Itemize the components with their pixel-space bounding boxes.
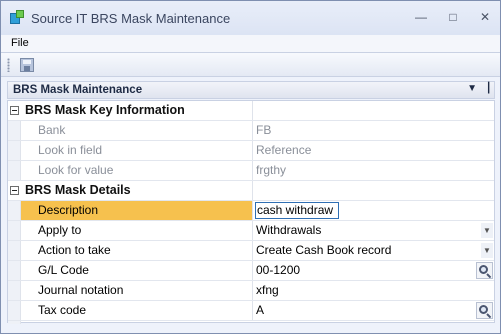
apply-to-select[interactable]: Withdrawals ▼ [254,221,494,240]
row-value: FB [256,123,272,137]
panel-dropdown-icon[interactable]: ▼ [467,83,477,94]
panel-pin-icon[interactable]: ⎟ [485,83,490,94]
category-label: BRS Mask Key Information [21,101,253,120]
toolbar-grip-icon[interactable] [7,58,10,72]
window-title: Source IT BRS Mask Maintenance [31,10,231,26]
journal-notation-field[interactable]: xfng [254,281,494,300]
save-icon[interactable] [20,58,34,72]
gl-code-field[interactable]: 00-1200 [254,261,494,280]
row-label: Look in field [21,141,253,160]
chevron-down-icon[interactable]: ▼ [481,223,493,238]
category-label: BRS Mask Details [21,181,253,200]
collapse-icon[interactable] [10,186,19,195]
collapse-icon[interactable] [10,106,19,115]
grid-row-description[interactable]: Description cash withdraw [8,201,494,221]
menu-file[interactable]: File [11,37,29,49]
panel-header: BRS Mask Maintenance ▼ ⎟ [7,81,495,99]
toolbar [1,53,500,77]
grid-row-journal-notation[interactable]: Journal notation xfng [8,281,494,301]
panel-title: BRS Mask Maintenance [13,84,143,96]
action-select[interactable]: Create Cash Book record ▼ [254,241,494,260]
chevron-down-icon[interactable]: ▼ [481,243,493,258]
grid-row-action-to-take[interactable]: Action to take Create Cash Book record ▼ [8,241,494,261]
grid-row-apply-to[interactable]: Apply to Withdrawals ▼ [8,221,494,241]
row-label: Action to take [21,241,253,260]
minimize-button[interactable]: — [412,9,430,25]
property-grid: BRS Mask Key Information Bank FB Look in… [7,100,495,324]
row-label: Journal notation [21,281,253,300]
grid-row-look-in-field: Look in field Reference [8,141,494,161]
tax-code-field[interactable]: A [254,301,494,320]
row-label: Apply to [21,221,253,240]
row-label: Tax code [21,301,253,320]
maximize-button[interactable]: □ [444,9,462,25]
description-input[interactable]: cash withdraw [255,202,339,219]
row-label: Description [21,201,253,220]
search-icon[interactable] [476,262,493,279]
row-value: Create Cash Book record [256,243,392,257]
row-label: Look for value [21,161,253,180]
search-icon[interactable] [476,302,493,319]
row-value: Withdrawals [256,223,322,237]
close-button[interactable]: ✕ [476,9,494,25]
row-value: 00-1200 [256,263,301,277]
main-window: Source IT BRS Mask Maintenance — □ ✕ Fil… [0,0,501,334]
category-key-info[interactable]: BRS Mask Key Information [8,101,494,121]
grid-row-tax-code[interactable]: Tax code A [8,301,494,321]
row-label: G/L Code [21,261,253,280]
grid-row-gl-code[interactable]: G/L Code 00-1200 [8,261,494,281]
grid-row-bank: Bank FB [8,121,494,141]
row-value: frgthy [256,163,287,177]
row-label: Bank [21,121,253,140]
row-value: A [256,303,265,317]
category-details[interactable]: BRS Mask Details [8,181,494,201]
title-bar[interactable]: Source IT BRS Mask Maintenance — □ ✕ [1,1,500,35]
grid-row-look-for-value: Look for value frgthy [8,161,494,181]
app-icon [9,10,25,26]
row-value: Reference [256,143,312,157]
menu-bar: File [1,35,500,53]
